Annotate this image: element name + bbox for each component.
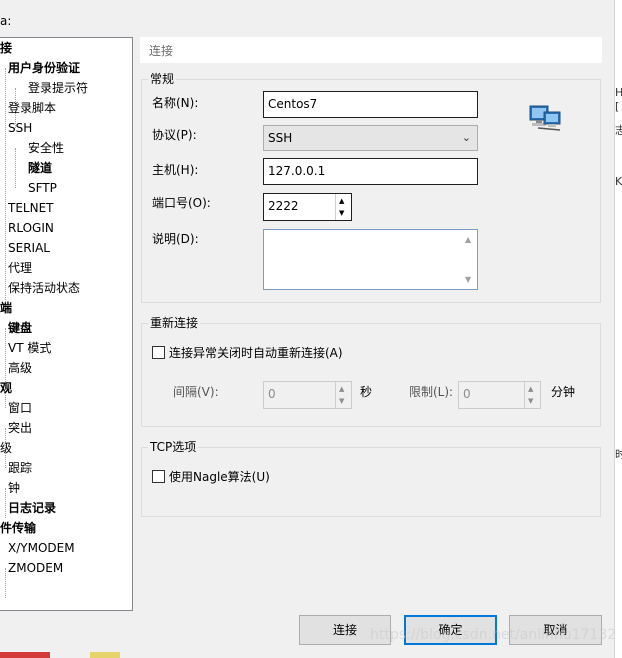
category-tree[interactable]: 接用户身份验证登录提示符登录脚本 SSH 安全性隧道 SFTP TELNET RLOGIN…: [0, 37, 133, 611]
spin-up-icon[interactable]: ▲: [339, 386, 344, 393]
nagle-label[interactable]: 使用Nagle算法(U): [169, 470, 270, 484]
port-label: 端口号(O):: [152, 196, 211, 210]
network-computer-icon: [529, 105, 561, 131]
interval-spinner-buttons[interactable]: ▲ ▼: [335, 382, 351, 408]
tree-item[interactable]: 接: [0, 39, 12, 57]
auto-reconnect-checkbox[interactable]: [152, 346, 165, 359]
reconnect-group-label: 重新连接: [148, 316, 201, 330]
tree-item[interactable]: 突出: [8, 419, 32, 437]
tree-item[interactable]: ZMODEM: [8, 559, 63, 577]
tree-item[interactable]: 级: [0, 439, 12, 457]
tree-item[interactable]: TELNET: [8, 199, 54, 217]
tree-item[interactable]: 隧道: [28, 159, 52, 177]
tree-item[interactable]: X/YMODEM: [8, 539, 75, 557]
tree-item[interactable]: 用户身份验证: [8, 59, 80, 77]
tree-item[interactable]: 代理: [8, 259, 32, 277]
chevron-down-icon: ⌄: [461, 131, 471, 144]
taskbar-fragment: [0, 652, 50, 658]
tree-item[interactable]: 登录脚本: [8, 99, 56, 117]
scroll-down-icon[interactable]: ▼: [465, 275, 471, 284]
strip-mark: 志: [615, 124, 622, 137]
tree-item[interactable]: 钟: [8, 479, 20, 497]
interval-spinner[interactable]: 0 ▲ ▼: [263, 381, 352, 409]
background-window-strip: H [ 志 K 时: [614, 0, 622, 658]
host-label: 主机(H):: [152, 163, 199, 177]
spin-down-icon[interactable]: ▼: [339, 210, 344, 217]
port-value: 2222: [268, 199, 299, 213]
tree-item[interactable]: 窗口: [8, 399, 32, 417]
spin-up-icon[interactable]: ▲: [528, 386, 533, 393]
scroll-up-icon[interactable]: ▲: [465, 235, 471, 244]
interval-label: 间隔(V):: [173, 385, 219, 399]
tree-item[interactable]: 观: [0, 379, 12, 397]
tree-item[interactable]: SERIAL: [8, 239, 50, 257]
window-title-fragment: a:: [0, 14, 12, 28]
tree-item[interactable]: 件传输: [0, 519, 36, 537]
limit-value: 0: [463, 387, 471, 401]
limit-spinner[interactable]: 0 ▲ ▼: [458, 381, 541, 409]
tree-item[interactable]: 保持活动状态: [8, 279, 80, 297]
name-input[interactable]: Centos7: [263, 91, 478, 118]
strip-mark: [: [615, 100, 620, 113]
host-input[interactable]: 127.0.0.1: [263, 158, 478, 185]
spin-down-icon[interactable]: ▼: [339, 398, 344, 405]
description-textarea[interactable]: ▲ ▼: [263, 229, 478, 290]
general-group-label: 常规: [148, 72, 177, 86]
strip-mark: 时: [615, 448, 622, 461]
strip-mark: H: [615, 86, 622, 99]
nagle-checkbox[interactable]: [152, 470, 165, 483]
tree-item[interactable]: RLOGIN: [8, 219, 54, 237]
strip-mark: K: [615, 175, 622, 188]
tcp-group-label: TCP选项: [148, 440, 199, 454]
tree-item[interactable]: 键盘: [8, 319, 32, 337]
tree-item[interactable]: 登录提示符: [28, 79, 88, 97]
port-spinner-buttons[interactable]: ▲ ▼: [335, 194, 351, 220]
session-options-dialog: a: 接用户身份验证登录提示符登录脚本 SSH 安全性隧道 SFTP TELNET RLO…: [0, 0, 617, 658]
tree-item[interactable]: 跟踪: [8, 459, 32, 477]
protocol-label: 协议(P):: [152, 128, 197, 142]
protocol-select[interactable]: SSH ⌄: [263, 125, 478, 151]
reconnect-group: [141, 323, 601, 427]
taskbar-fragment: [90, 652, 120, 658]
description-label: 说明(D):: [152, 232, 199, 246]
tree-item[interactable]: VT 模式: [8, 339, 51, 357]
spin-up-icon[interactable]: ▲: [339, 198, 344, 205]
description-scrollbar[interactable]: ▲ ▼: [461, 230, 477, 289]
tree-item[interactable]: 安全性: [28, 139, 64, 157]
limit-unit: 分钟: [551, 385, 576, 399]
tree-item[interactable]: 高级: [8, 359, 32, 377]
section-title: 连接: [140, 37, 602, 63]
interval-unit: 秒: [360, 385, 373, 399]
watermark: https://blog.csdn.net/anlinhu17132: [370, 627, 617, 643]
tree-item[interactable]: 端: [0, 299, 12, 317]
port-spinner[interactable]: 2222 ▲ ▼: [263, 193, 352, 221]
limit-spinner-buttons[interactable]: ▲ ▼: [524, 382, 540, 408]
tree-item[interactable]: SSH: [8, 119, 32, 137]
auto-reconnect-label[interactable]: 连接异常关闭时自动重新连接(A): [169, 346, 343, 360]
tree-item[interactable]: 日志记录: [8, 499, 56, 517]
spin-down-icon[interactable]: ▼: [528, 398, 533, 405]
interval-value: 0: [268, 387, 276, 401]
tree-item[interactable]: SFTP: [28, 179, 57, 197]
name-label: 名称(N):: [152, 96, 199, 110]
limit-label: 限制(L):: [409, 385, 454, 399]
protocol-select-value: SSH: [268, 131, 293, 145]
